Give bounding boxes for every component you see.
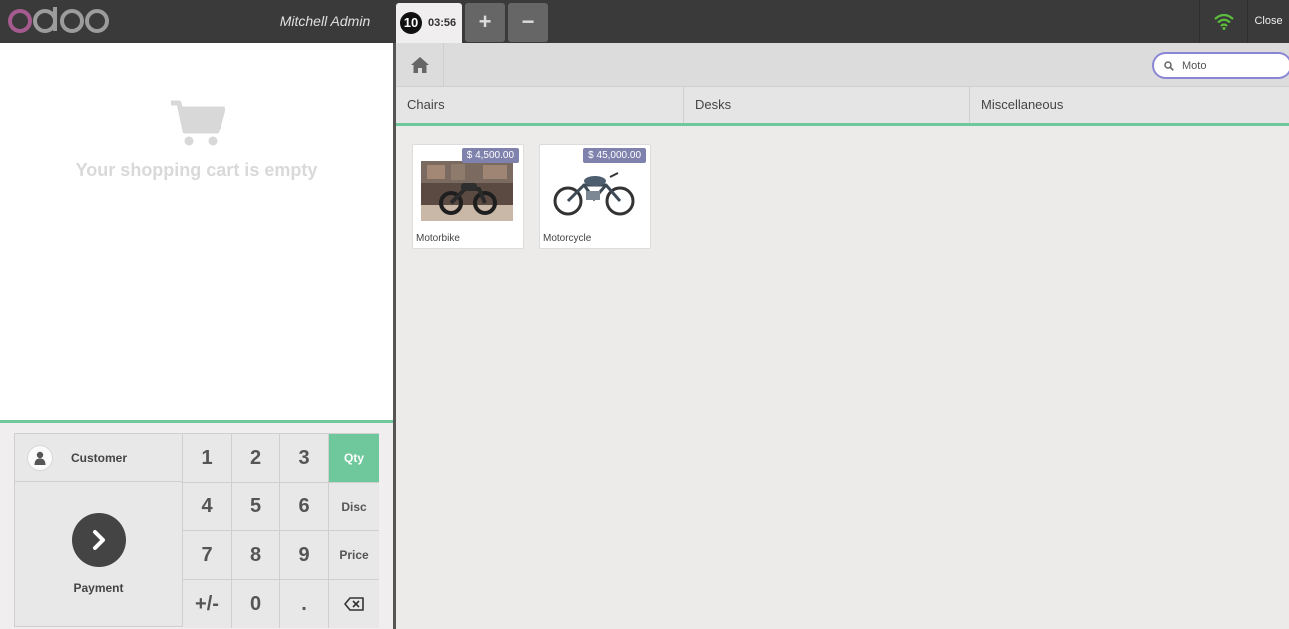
product-price: $ 45,000.00: [583, 148, 646, 163]
product-card-motorcycle[interactable]: $ 45,000.00 Motorcycle: [539, 144, 651, 249]
product-list: $ 4,500.00 Motorbike $ 45,000.00 Motorcy…: [412, 144, 651, 249]
numpad-mode-disc[interactable]: Disc: [329, 483, 379, 531]
numpad-key-plus-minus[interactable]: +/-: [183, 580, 232, 628]
search-input[interactable]: [1182, 59, 1272, 72]
connection-status[interactable]: [1199, 0, 1247, 43]
product-header: [396, 43, 1289, 87]
product-screen: Chairs Desks Miscellaneous $ 4,500.00 Mo…: [396, 43, 1289, 629]
numpad-key-0[interactable]: 0: [232, 580, 280, 628]
action-pad: Customer Payment: [14, 433, 183, 627]
category-chairs[interactable]: Chairs: [396, 87, 684, 123]
wifi-icon: [1213, 13, 1234, 30]
payment-button[interactable]: Payment: [15, 482, 182, 626]
numpad-key-9[interactable]: 9: [280, 531, 329, 580]
remove-order-button[interactable]: −: [508, 3, 548, 42]
numpad-key-3[interactable]: 3: [280, 434, 329, 483]
motorbike-image: [421, 161, 513, 221]
numpad-mode-price[interactable]: Price: [329, 531, 379, 580]
product-name: Motorbike: [416, 233, 460, 244]
control-pad: Customer Payment 1 2 3 Qty 4 5 6 Disc 7 …: [0, 420, 393, 629]
numpad-mode-qty[interactable]: Qty: [329, 434, 379, 483]
product-search: [1152, 52, 1289, 79]
numpad-key-5[interactable]: 5: [232, 483, 280, 531]
shopping-cart-icon: [170, 100, 225, 146]
category-miscellaneous[interactable]: Miscellaneous: [970, 87, 1289, 123]
order-number-badge: 10: [400, 12, 422, 34]
numpad-key-6[interactable]: 6: [280, 483, 329, 531]
product-card-motorbike[interactable]: $ 4,500.00 Motorbike: [412, 144, 524, 249]
numpad-key-2[interactable]: 2: [232, 434, 280, 483]
payment-label: Payment: [73, 581, 124, 595]
order-time: 03:56: [428, 17, 457, 29]
category-bar: Chairs Desks Miscellaneous: [396, 87, 1289, 126]
customer-label: Customer: [71, 450, 128, 465]
backspace-icon: [344, 597, 364, 611]
product-name: Motorcycle: [543, 233, 592, 244]
close-button[interactable]: Close: [1247, 0, 1289, 43]
empty-cart-message: Your shopping cart is empty: [75, 160, 318, 180]
home-icon: [410, 57, 429, 73]
numpad-key-4[interactable]: 4: [183, 483, 232, 531]
product-price: $ 4,500.00: [461, 148, 519, 163]
numpad: 1 2 3 Qty 4 5 6 Disc 7 8 9 Price +/- 0 .: [183, 433, 379, 628]
motorcycle-image: [548, 161, 640, 221]
category-desks[interactable]: Desks: [684, 87, 970, 123]
numpad-key-8[interactable]: 8: [232, 531, 280, 580]
odoo-logo: [8, 7, 109, 33]
order-tab[interactable]: 10 03:56: [396, 3, 462, 43]
backspace-button[interactable]: [329, 580, 379, 628]
customer-button[interactable]: Customer: [15, 434, 182, 482]
home-category-button[interactable]: [396, 43, 444, 87]
user-icon: [27, 444, 53, 471]
search-icon: [1164, 60, 1174, 71]
add-order-button[interactable]: +: [465, 3, 505, 42]
chevron-right-icon: [71, 513, 126, 567]
empty-cart: Your shopping cart is empty: [0, 99, 393, 181]
order-pane: Your shopping cart is empty Customer Pay…: [0, 43, 393, 629]
numpad-key-dot[interactable]: .: [280, 580, 329, 628]
numpad-key-7[interactable]: 7: [183, 531, 232, 580]
top-bar: Mitchell Admin 10 03:56 + − Close: [0, 0, 1289, 43]
numpad-key-1[interactable]: 1: [183, 434, 232, 483]
cashier-name[interactable]: Mitchell Admin: [260, 0, 390, 43]
